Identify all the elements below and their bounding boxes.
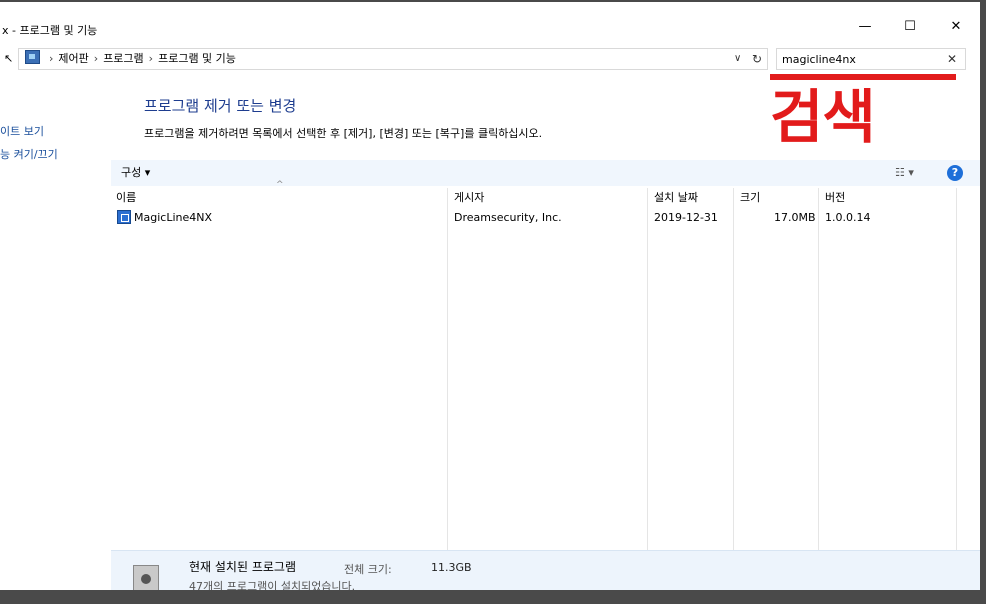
column-header-publisher[interactable]: 게시자 — [454, 188, 484, 208]
search-box: ✕ — [776, 48, 966, 70]
page-title: 프로그램 제거 또는 변경 — [144, 97, 297, 115]
breadcrumb-programs[interactable]: 프로그램 — [103, 52, 143, 65]
installed-programs-icon — [133, 565, 159, 590]
breadcrumb-separator-icon: › — [93, 52, 99, 65]
column-divider — [956, 188, 957, 552]
address-dropdown-icon[interactable]: ∨ — [734, 49, 741, 69]
status-total-size-label: 전체 크기: — [344, 563, 392, 576]
column-header-name[interactable]: 이름 — [116, 188, 136, 208]
maximize-button[interactable]: ☐ — [890, 16, 930, 38]
search-input[interactable] — [780, 50, 944, 68]
up-arrow-icon[interactable]: ↖ — [4, 48, 13, 70]
status-total-size: 11.3GB — [431, 561, 472, 574]
row-name-cell: MagicLine4NX — [117, 208, 212, 228]
help-icon[interactable]: ? — [947, 165, 963, 181]
column-header-size[interactable]: 크기 — [740, 188, 760, 208]
row-publisher: Dreamsecurity, Inc. — [454, 211, 562, 224]
breadcrumb-control-panel[interactable]: 제어판 — [58, 52, 88, 65]
program-icon — [117, 210, 131, 224]
status-bar: 현재 설치된 프로그램 전체 크기: 11.3GB 47개의 프로그램이 설치되… — [111, 550, 980, 590]
breadcrumb-separator-icon: › — [49, 52, 54, 65]
toolbar: 구성 ▾ ☷ ▾ ? — [111, 160, 980, 186]
column-header-install-date[interactable]: 설치 날짜 — [654, 188, 698, 208]
view-options-icon[interactable]: ☷ ▾ — [895, 160, 914, 186]
annotation-search-label: 검색 — [770, 83, 876, 151]
left-link-view-updates[interactable]: 이트 보기 — [0, 123, 44, 139]
status-program-count: 47개의 프로그램이 설치되었습니다. — [189, 580, 356, 590]
close-button[interactable]: ✕ — [936, 16, 976, 38]
window-title: x - 프로그램 및 기능 — [2, 24, 98, 37]
row-size: 17.0MB — [774, 211, 816, 224]
table-row[interactable]: MagicLine4NX Dreamsecurity, Inc. 2019-12… — [111, 208, 956, 228]
status-title: 현재 설치된 프로그램 — [189, 560, 296, 574]
title-bar: x - 프로그램 및 기능 — ☐ ✕ — [0, 2, 980, 44]
breadcrumb-separator-icon: › — [148, 52, 154, 65]
refresh-icon[interactable]: ↻ — [752, 49, 762, 69]
left-link-windows-features[interactable]: 능 켜기/끄기 — [0, 146, 58, 162]
breadcrumb: › 제어판 › 프로그램 › 프로그램 및 기능 — [25, 49, 236, 69]
column-divider — [733, 188, 734, 552]
annotation-underline — [770, 74, 956, 80]
row-name: MagicLine4NX — [134, 211, 213, 224]
clear-search-icon[interactable]: ✕ — [947, 50, 957, 68]
breadcrumb-programs-and-features[interactable]: 프로그램 및 기능 — [158, 52, 236, 65]
programs-and-features-window: x - 프로그램 및 기능 — ☐ ✕ ↖ › 제어판 › 프로그램 › 프로그램 및 기… — [0, 2, 980, 590]
column-divider — [647, 188, 648, 552]
column-divider — [818, 188, 819, 552]
column-header-version[interactable]: 버전 — [825, 188, 845, 208]
column-divider — [447, 188, 448, 552]
control-panel-icon — [25, 50, 40, 64]
breadcrumb-box[interactable]: › 제어판 › 프로그램 › 프로그램 및 기능 ∨ ↻ — [18, 48, 768, 70]
row-install-date: 2019-12-31 — [654, 211, 718, 224]
minimize-button[interactable]: — — [845, 16, 885, 38]
sort-ascending-icon: ^ — [276, 180, 284, 190]
organize-button[interactable]: 구성 ▾ — [121, 160, 150, 186]
page-description: 프로그램을 제거하려면 목록에서 선택한 후 [제거], [변경] 또는 [복구… — [144, 127, 543, 140]
row-version: 1.0.0.14 — [825, 211, 871, 224]
